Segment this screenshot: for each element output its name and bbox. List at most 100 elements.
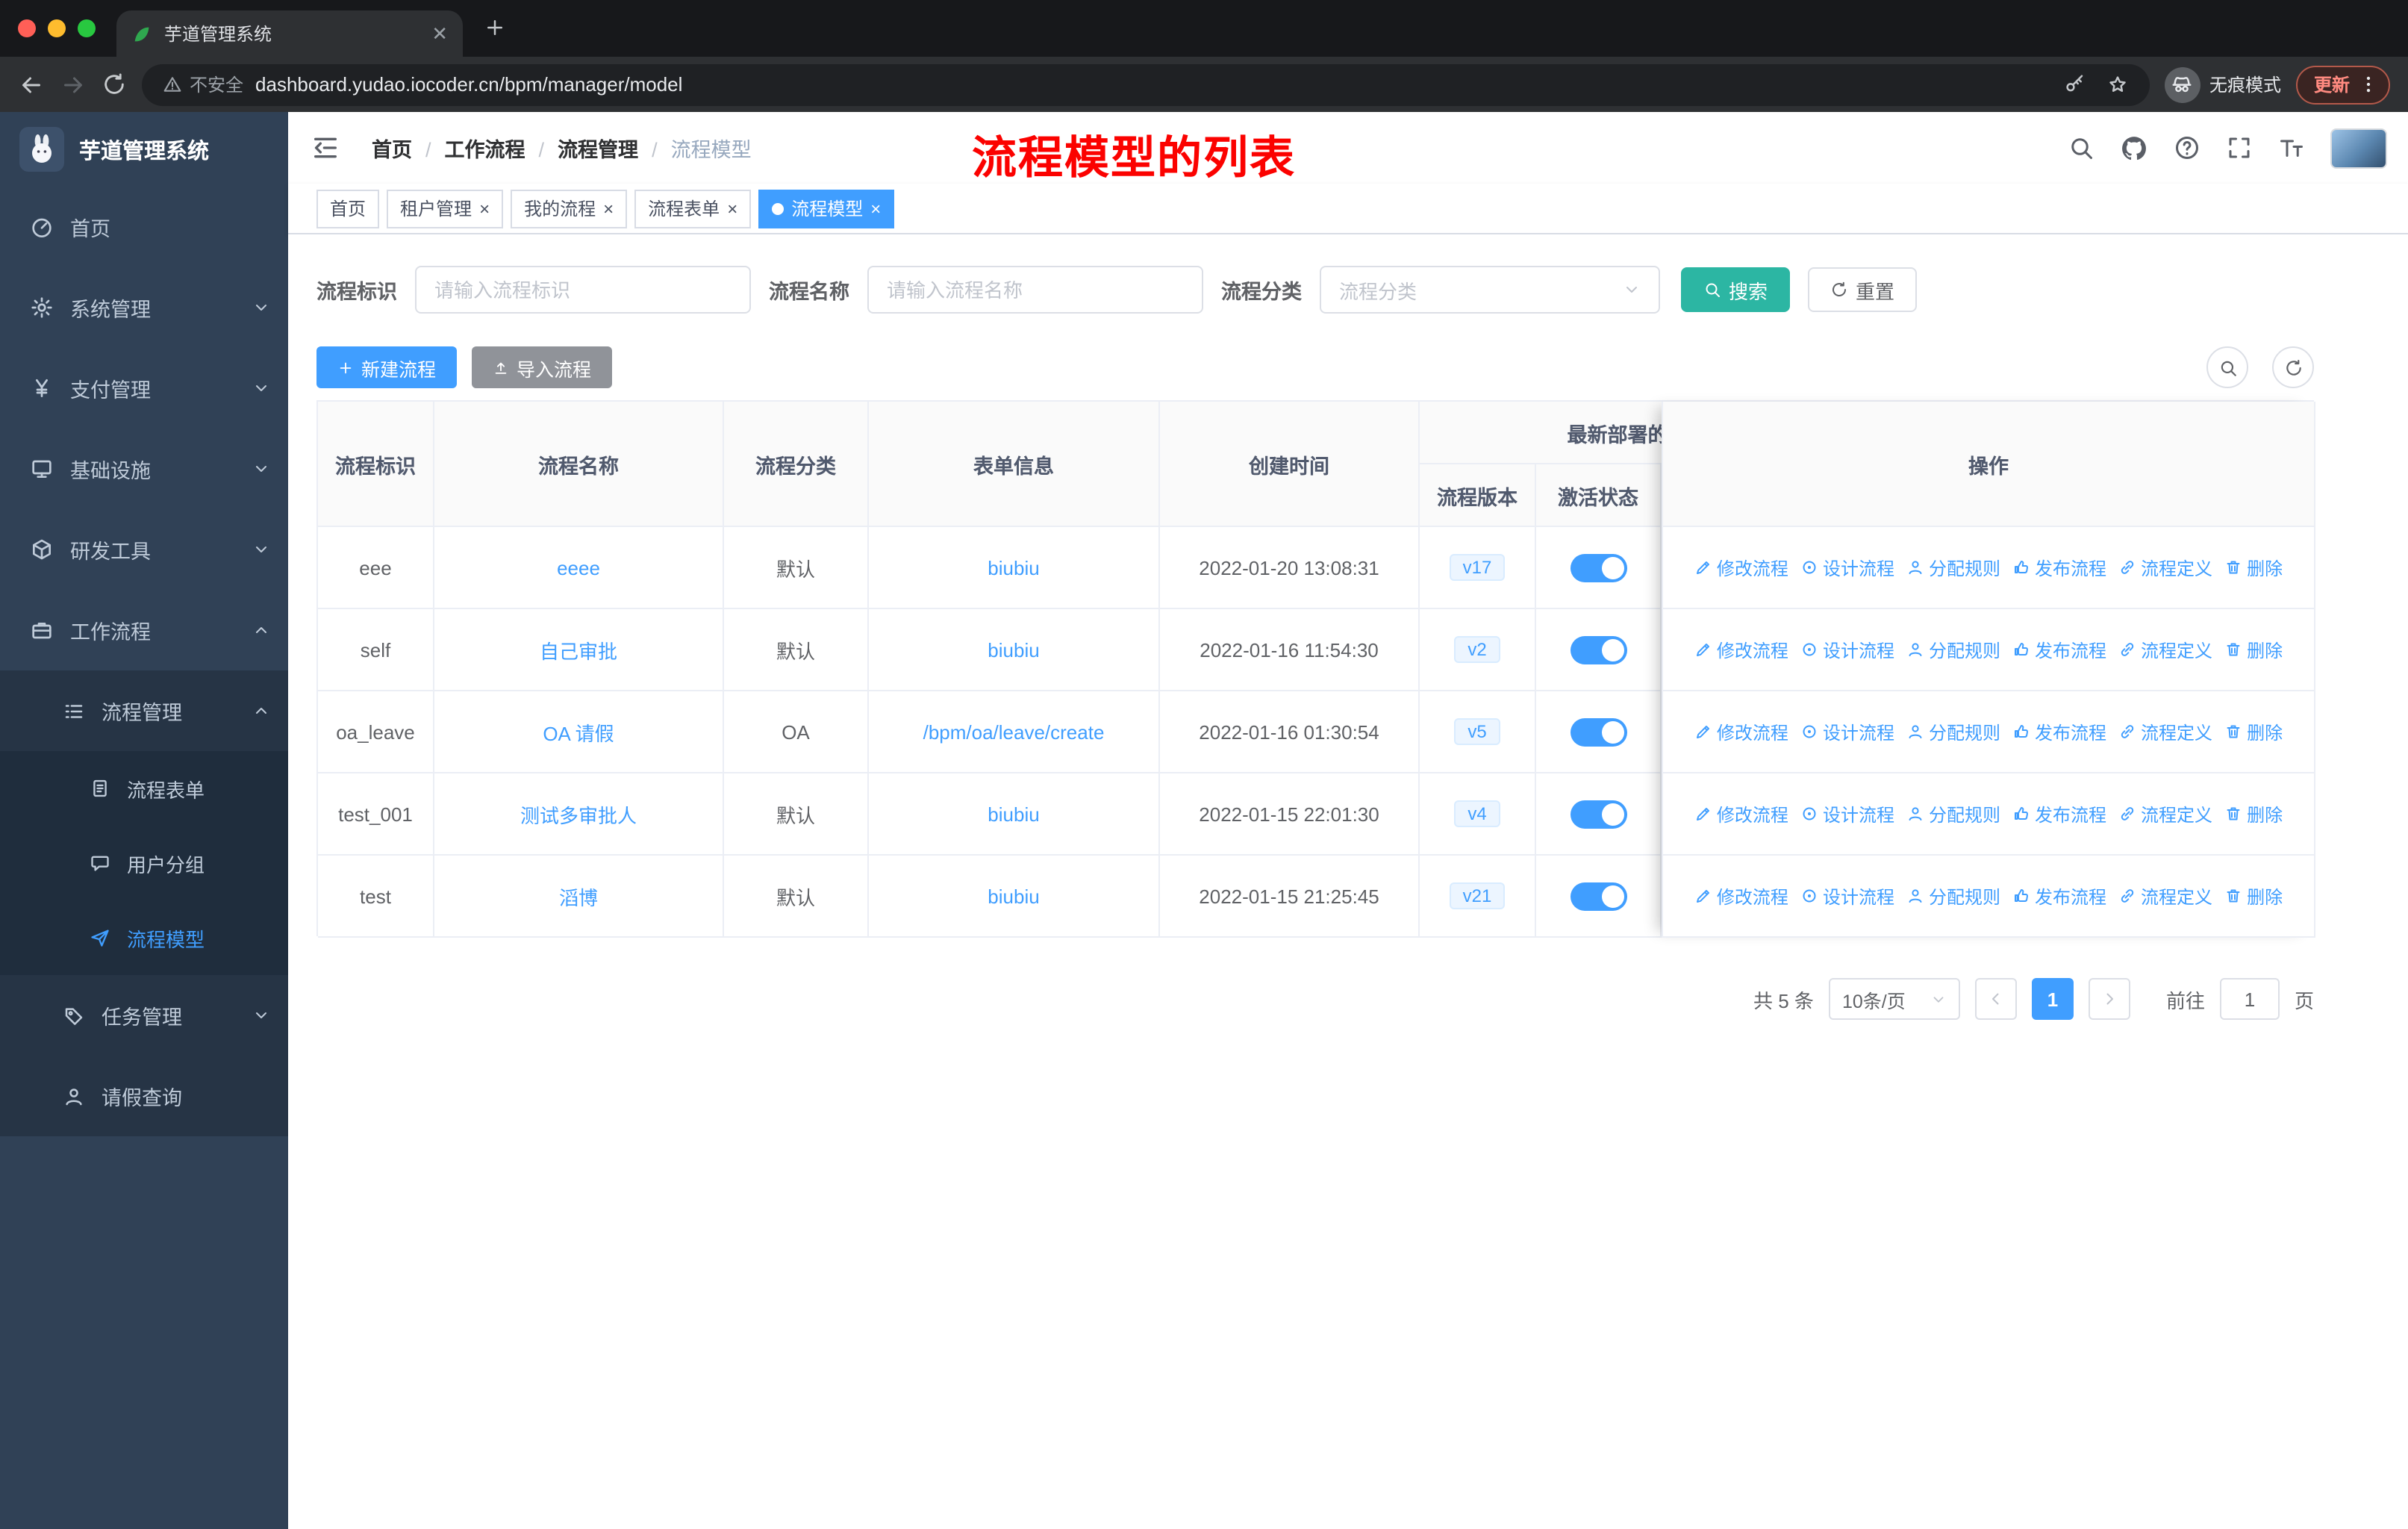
- process-name-link[interactable]: 测试多审批人: [520, 800, 637, 828]
- prev-page-button[interactable]: [1974, 978, 2017, 1020]
- action-modify-process[interactable]: 修改流程: [1694, 719, 1788, 744]
- action-process-definition[interactable]: 流程定义: [2118, 801, 2212, 826]
- reload-icon[interactable]: [102, 72, 127, 97]
- action-delete[interactable]: 删除: [2224, 719, 2283, 744]
- active-toggle[interactable]: [1570, 635, 1626, 664]
- action-process-definition[interactable]: 流程定义: [2118, 719, 2212, 744]
- active-toggle[interactable]: [1570, 553, 1626, 582]
- sidebar-item-dev-tools[interactable]: 研发工具: [0, 509, 288, 590]
- action-modify-process[interactable]: 修改流程: [1694, 637, 1788, 662]
- back-icon[interactable]: [18, 71, 45, 98]
- active-toggle[interactable]: [1570, 882, 1626, 910]
- form-info-link[interactable]: biubiu: [988, 803, 1039, 825]
- sidebar-fold-icon[interactable]: [311, 133, 340, 163]
- browser-menu-dots-icon[interactable]: [2357, 73, 2380, 96]
- current-page-button[interactable]: 1: [2031, 978, 2074, 1020]
- form-info-link[interactable]: biubiu: [988, 638, 1039, 661]
- action-process-definition[interactable]: 流程定义: [2118, 555, 2212, 580]
- action-modify-process[interactable]: 修改流程: [1694, 883, 1788, 909]
- next-page-button[interactable]: [2088, 978, 2130, 1020]
- bookmark-star-icon[interactable]: [2106, 73, 2129, 96]
- action-assign-rules[interactable]: 分配规则: [1906, 637, 2000, 662]
- tab-close-icon[interactable]: ✕: [431, 22, 448, 46]
- action-publish-process[interactable]: 发布流程: [2012, 883, 2106, 909]
- tag-process-model[interactable]: 流程模型 ×: [758, 189, 895, 228]
- action-assign-rules[interactable]: 分配规则: [1906, 801, 2000, 826]
- page-size-select[interactable]: 10条/页: [1828, 978, 1960, 1020]
- action-design-process[interactable]: 设计流程: [1800, 555, 1894, 580]
- action-modify-process[interactable]: 修改流程: [1694, 801, 1788, 826]
- action-assign-rules[interactable]: 分配规则: [1906, 719, 2000, 744]
- action-delete[interactable]: 删除: [2224, 637, 2283, 662]
- github-icon[interactable]: [2120, 134, 2148, 162]
- action-publish-process[interactable]: 发布流程: [2012, 719, 2106, 744]
- close-icon[interactable]: ×: [727, 199, 737, 217]
- action-delete[interactable]: 删除: [2224, 801, 2283, 826]
- forward-icon[interactable]: [60, 71, 87, 98]
- form-info-link[interactable]: /bpm/oa/leave/create: [923, 720, 1105, 743]
- sidebar-item-process-management[interactable]: 流程管理: [0, 670, 288, 751]
- browser-tab[interactable]: 芋道管理系统 ✕: [116, 10, 463, 57]
- sidebar-item-user-group[interactable]: 用户分组: [0, 826, 288, 900]
- action-publish-process[interactable]: 发布流程: [2012, 801, 2106, 826]
- breadcrumb-home[interactable]: 首页: [372, 133, 412, 163]
- tag-process-form[interactable]: 流程表单 ×: [634, 189, 752, 228]
- key-icon[interactable]: [2063, 73, 2086, 96]
- process-name-link[interactable]: eeee: [557, 556, 600, 579]
- action-assign-rules[interactable]: 分配规则: [1906, 555, 2000, 580]
- tag-my-process[interactable]: 我的流程 ×: [511, 189, 628, 228]
- close-icon[interactable]: ×: [870, 199, 881, 217]
- import-process-button[interactable]: 导入流程: [472, 346, 613, 388]
- tag-tenant-management[interactable]: 租户管理 ×: [387, 189, 504, 228]
- fullscreen-icon[interactable]: [2226, 134, 2253, 161]
- create-process-button[interactable]: 新建流程: [316, 346, 458, 388]
- action-delete[interactable]: 删除: [2224, 555, 2283, 580]
- close-icon[interactable]: ×: [603, 199, 614, 217]
- process-name-input[interactable]: [867, 266, 1203, 314]
- action-design-process[interactable]: 设计流程: [1800, 801, 1894, 826]
- sidebar-item-leave-query[interactable]: 请假查询: [0, 1056, 288, 1136]
- process-name-link[interactable]: 自己审批: [540, 635, 617, 664]
- sidebar-item-payment[interactable]: 支付管理: [0, 348, 288, 429]
- goto-page-input[interactable]: [2219, 978, 2280, 1020]
- form-info-link[interactable]: biubiu: [988, 556, 1039, 579]
- font-size-icon[interactable]: [2278, 134, 2305, 161]
- active-toggle[interactable]: [1570, 800, 1626, 828]
- sidebar-item-home[interactable]: 首页: [0, 187, 288, 267]
- sidebar-item-system[interactable]: 系统管理: [0, 267, 288, 348]
- action-publish-process[interactable]: 发布流程: [2012, 637, 2106, 662]
- minimize-window-button[interactable]: [48, 19, 66, 37]
- address-bar[interactable]: 不安全 dashboard.yudao.iocoder.cn/bpm/manag…: [142, 63, 2150, 105]
- maximize-window-button[interactable]: [78, 19, 96, 37]
- action-delete[interactable]: 删除: [2224, 883, 2283, 909]
- category-select[interactable]: 流程分类: [1320, 266, 1660, 314]
- action-process-definition[interactable]: 流程定义: [2118, 637, 2212, 662]
- browser-update-button[interactable]: 更新: [2295, 65, 2390, 104]
- sidebar-item-workflow[interactable]: 工作流程: [0, 590, 288, 670]
- refresh-table-button[interactable]: [2272, 346, 2314, 388]
- breadcrumb-process-management[interactable]: 流程管理: [525, 133, 638, 163]
- active-toggle[interactable]: [1570, 717, 1626, 746]
- sidebar-item-process-model[interactable]: 流程模型: [0, 900, 288, 975]
- search-button[interactable]: 搜索: [1681, 267, 1791, 312]
- tag-home[interactable]: 首页: [316, 189, 380, 228]
- action-publish-process[interactable]: 发布流程: [2012, 555, 2106, 580]
- action-design-process[interactable]: 设计流程: [1800, 719, 1894, 744]
- action-design-process[interactable]: 设计流程: [1800, 883, 1894, 909]
- action-process-definition[interactable]: 流程定义: [2118, 883, 2212, 909]
- search-icon[interactable]: [2068, 134, 2094, 161]
- process-id-input[interactable]: [415, 266, 751, 314]
- help-icon[interactable]: [2174, 134, 2200, 161]
- security-indicator[interactable]: 不安全: [163, 72, 243, 97]
- sidebar-item-process-form[interactable]: 流程表单: [0, 751, 288, 826]
- process-name-link[interactable]: OA 请假: [543, 717, 614, 746]
- action-modify-process[interactable]: 修改流程: [1694, 555, 1788, 580]
- form-info-link[interactable]: biubiu: [988, 885, 1039, 907]
- reset-button[interactable]: 重置: [1808, 267, 1918, 312]
- close-icon[interactable]: ×: [479, 199, 490, 217]
- action-design-process[interactable]: 设计流程: [1800, 637, 1894, 662]
- show-search-button[interactable]: [2206, 346, 2248, 388]
- close-window-button[interactable]: [18, 19, 36, 37]
- breadcrumb-workflow[interactable]: 工作流程: [412, 133, 525, 163]
- action-assign-rules[interactable]: 分配规则: [1906, 883, 2000, 909]
